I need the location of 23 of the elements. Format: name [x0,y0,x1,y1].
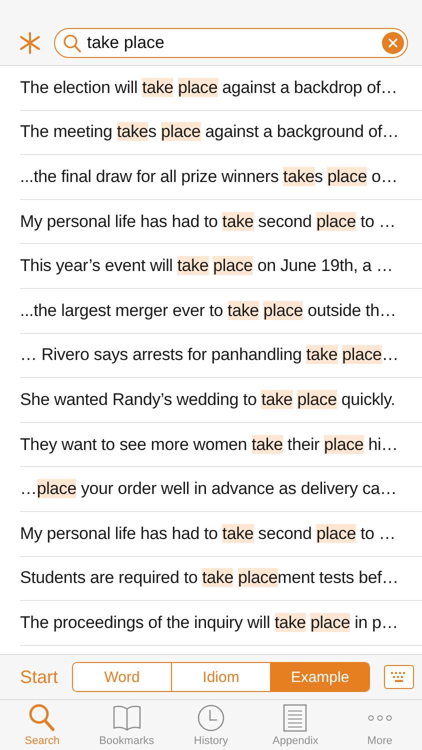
search-icon [63,34,81,53]
example-sentence[interactable]: ...the largest merger ever to take place outside th… [20,300,396,321]
close-icon [388,38,398,48]
example-sentence[interactable]: …place your order well in advance as delivery ca… [20,479,397,500]
example-sentence[interactable]: Students are required to take placement tests bef… [20,568,398,588]
example-sentence[interactable]: She wanted Randy’s wedding to take place quickly. [20,390,396,410]
more-icon [366,713,393,723]
example-sentence[interactable]: My personal life has had to take second place to … [20,524,396,544]
search-icon [29,704,56,732]
search-field[interactable]: take place [54,28,408,58]
example-sentence[interactable]: The meeting takes place against a background of… [20,122,399,142]
example-sentence[interactable]: … Rivero says arrests for panhandling take place… [20,345,399,366]
example-sentence[interactable]: They want to see more women take their place hi… [20,434,398,455]
example-sentence[interactable]: This year’s event will take place on June 19th, a … [20,256,393,276]
example-sentence[interactable]: My personal life has had to take second place to … [20,212,396,232]
example-sentence[interactable]: The election will take place against a backdrop of… [20,78,398,98]
document-icon [283,704,308,732]
book-icon [112,704,142,732]
clock-icon [197,704,226,732]
asterisk-icon[interactable] [18,31,42,55]
example-sentence[interactable]: The proceedings of the inquiry will take place in p… [20,612,398,633]
keyboard-button[interactable] [384,665,414,689]
example-sentence[interactable]: ...the final draw for all prize winners takes place o… [20,166,398,187]
